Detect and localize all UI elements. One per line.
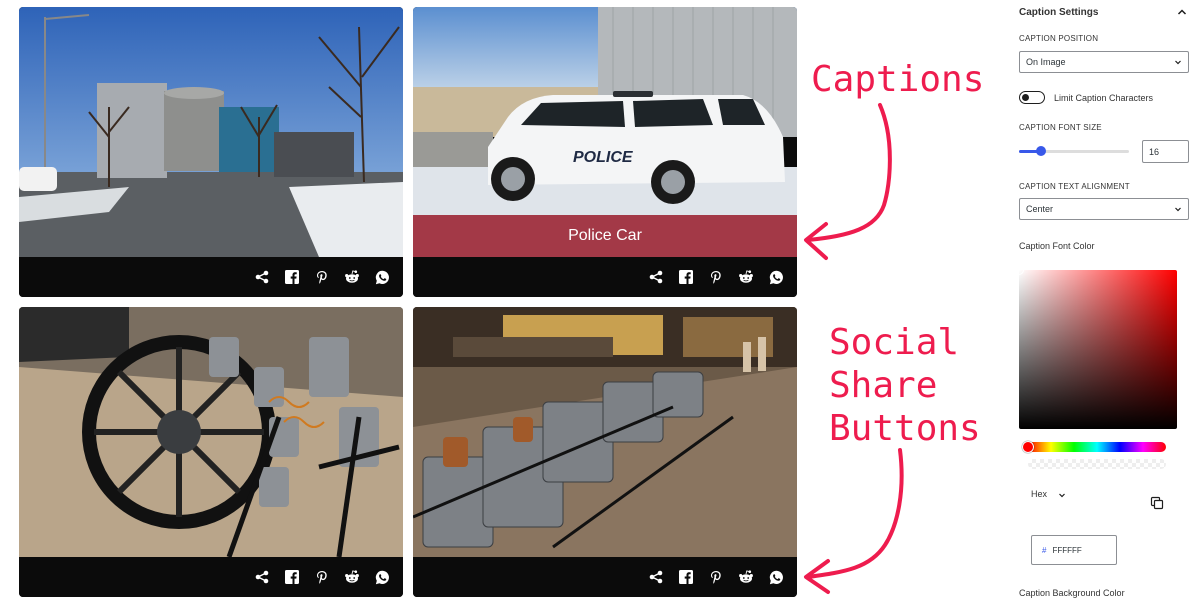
hash-prefix: #	[1042, 546, 1047, 555]
share-bar	[413, 557, 797, 597]
hex-color-input[interactable]: # FFFFFF	[1031, 535, 1117, 565]
caption-position-value: On Image	[1026, 57, 1066, 67]
picker-handle[interactable]	[1014, 265, 1024, 275]
reddit-icon[interactable]	[337, 262, 367, 292]
captions-annotation: Captions	[811, 59, 985, 100]
share-bar	[19, 557, 403, 597]
share-icons	[247, 257, 397, 297]
whatsapp-icon[interactable]	[367, 262, 397, 292]
chevron-up-icon[interactable]	[1176, 6, 1188, 18]
reddit-icon[interactable]	[731, 262, 761, 292]
svg-text:POLICE: POLICE	[573, 149, 634, 166]
font-color-label: Caption Font Color	[1019, 241, 1095, 251]
image-caption: Police Car	[413, 215, 797, 257]
pinterest-icon[interactable]	[701, 562, 731, 592]
chevron-down-icon	[1175, 60, 1181, 65]
text-alignment-value: Center	[1026, 204, 1054, 214]
background-color-label: Caption Background Color	[1019, 588, 1125, 598]
caption-position-label: CAPTION POSITION	[1019, 34, 1099, 43]
gallery-item-engine-row[interactable]	[413, 307, 797, 597]
font-size-slider[interactable]	[1019, 146, 1129, 156]
chevron-down-icon	[1058, 493, 1065, 497]
reddit-icon[interactable]	[731, 562, 761, 592]
radial-engine-photo[interactable]	[19, 307, 403, 557]
limit-caption-toggle[interactable]	[1019, 91, 1045, 104]
gallery-item-building[interactable]	[19, 7, 403, 297]
text-alignment-select[interactable]: Center	[1019, 198, 1189, 220]
slider-thumb[interactable]	[1036, 146, 1046, 156]
font-size-input[interactable]: 16	[1142, 140, 1189, 163]
facebook-icon[interactable]	[277, 262, 307, 292]
hue-thumb[interactable]	[1022, 441, 1034, 453]
settings-sidebar: Caption Settings CAPTION POSITION On Ima…	[1006, 0, 1200, 602]
panel-title: Caption Settings	[1019, 7, 1099, 18]
share-icon[interactable]	[247, 262, 277, 292]
facebook-icon[interactable]	[671, 562, 701, 592]
share-icons	[641, 257, 791, 297]
social-share-annotation: Social Share Buttons	[829, 322, 981, 449]
share-icon[interactable]	[641, 262, 671, 292]
hue-slider[interactable]	[1022, 441, 1166, 453]
share-icons	[247, 557, 397, 597]
whatsapp-icon[interactable]	[367, 562, 397, 592]
facebook-icon[interactable]	[277, 562, 307, 592]
gallery-item-police-car[interactable]: POLICE Police Car	[413, 7, 797, 297]
share-bar	[413, 257, 797, 297]
facebook-icon[interactable]	[671, 262, 701, 292]
limit-caption-label: Limit Caption Characters	[1054, 93, 1154, 103]
color-saturation-picker[interactable]	[1014, 265, 1177, 429]
color-mode-select[interactable]: Hex	[1031, 489, 1066, 499]
reddit-icon[interactable]	[337, 562, 367, 592]
building-photo[interactable]	[19, 7, 403, 257]
pinterest-icon[interactable]	[307, 562, 337, 592]
share-icon[interactable]	[641, 562, 671, 592]
gallery-item-radial-engine[interactable]	[19, 307, 403, 597]
share-icon[interactable]	[247, 562, 277, 592]
toggle-knob	[1022, 93, 1029, 101]
alpha-slider[interactable]	[1028, 459, 1166, 469]
pinterest-icon[interactable]	[701, 262, 731, 292]
chevron-down-icon	[1175, 207, 1181, 212]
whatsapp-icon[interactable]	[761, 262, 791, 292]
copy-icon[interactable]	[1150, 496, 1164, 510]
engine-row-photo[interactable]	[413, 307, 797, 557]
share-bar	[19, 257, 403, 297]
share-icons	[641, 557, 791, 597]
whatsapp-icon[interactable]	[761, 562, 791, 592]
font-size-label: CAPTION FONT SIZE	[1019, 123, 1102, 132]
caption-position-select[interactable]: On Image	[1019, 51, 1189, 73]
hex-value: FFFFFF	[1052, 546, 1082, 555]
text-alignment-label: CAPTION TEXT ALIGNMENT	[1019, 182, 1130, 191]
pinterest-icon[interactable]	[307, 262, 337, 292]
color-mode-value: Hex	[1031, 489, 1048, 499]
